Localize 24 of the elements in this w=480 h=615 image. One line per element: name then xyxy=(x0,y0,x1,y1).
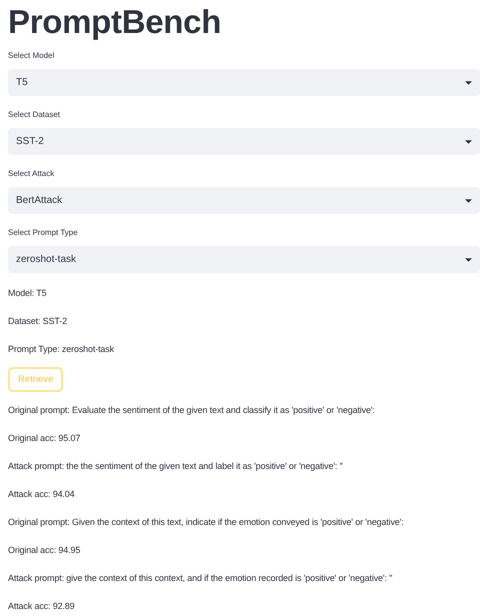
select-label: Select Attack xyxy=(8,169,56,179)
select-dropdown[interactable]: SST-2 xyxy=(8,128,480,155)
result-text: Attack prompt: the the sentiment of the given text and label it as 'positive' or 'negative': '' xyxy=(8,460,343,472)
info-text: Dataset: SST-2 xyxy=(8,315,67,327)
result-text: Original prompt: Evaluate the sentiment of the given text and classify it as 'positive' or 'negative': xyxy=(8,404,375,416)
result-text: Original acc: 95.07 xyxy=(8,432,80,444)
caret-icon xyxy=(465,258,472,262)
result-text: Attack prompt: give the context of this context, and if the emotion recorded is 'positive' or 'negative': '' xyxy=(8,572,392,584)
select-label: Select Prompt Type xyxy=(8,228,79,238)
caret-icon xyxy=(465,80,472,84)
select-label: Select Model xyxy=(8,51,56,61)
info-text: Model: T5 xyxy=(8,287,47,299)
info-text: Prompt Type: zeroshot-task xyxy=(8,343,114,355)
result-text: Attack acc: 92.89 xyxy=(8,600,74,612)
result-text: Original acc: 94.95 xyxy=(8,544,80,556)
select-dropdown[interactable]: zeroshot-task xyxy=(8,246,480,273)
select-dropdown[interactable]: BertAttack xyxy=(8,187,480,214)
result-text: Attack acc: 94.04 xyxy=(8,488,74,500)
caret-icon xyxy=(465,140,472,144)
select-dropdown[interactable]: T5 xyxy=(8,69,480,96)
page-title: PromptBench xyxy=(8,2,222,42)
result-text: Original prompt: Given the context of this text, indicate if the emotion conveyed is 'positive' or 'negative': xyxy=(8,516,404,528)
select-label: Select Dataset xyxy=(8,110,62,120)
caret-icon xyxy=(465,198,472,202)
